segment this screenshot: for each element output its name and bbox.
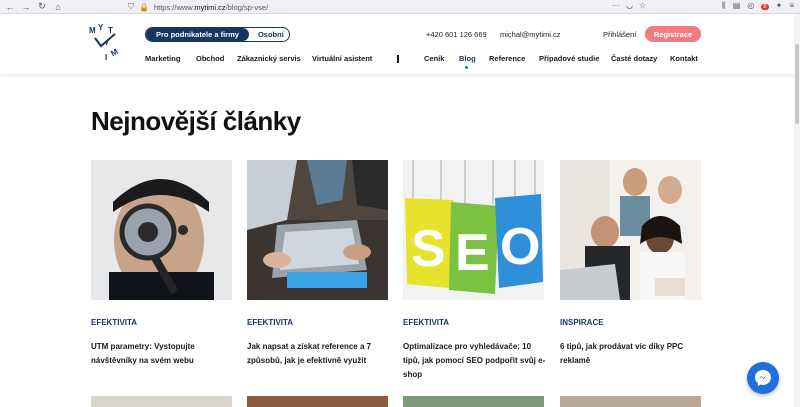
article-title[interactable]: 6 tipů, jak prodávat víc díky PPC reklam… <box>560 340 705 368</box>
forward-arrow-icon[interactable]: → <box>20 1 32 13</box>
browser-toolbar-right: ⫼ ▤ ◎ 8 ✦ ≡ <box>722 1 794 11</box>
messenger-icon <box>755 370 771 386</box>
article-card[interactable]: EFEKTIVITA Jak napsat a získat reference… <box>247 160 388 365</box>
browser-toolbar: ← → ↻ ⌂ ⛉ 🔒 https://www. mytimi.cz/blog/s… <box>0 0 800 14</box>
nav-item-pripadove-studie[interactable]: Případové studie <box>539 54 599 63</box>
register-button[interactable]: Registrace <box>645 26 701 42</box>
url-host: mytimi.cz <box>194 2 226 12</box>
article-card-preview[interactable] <box>403 396 544 407</box>
nav-item-virtualni-asistent[interactable]: Virtuální asistent <box>312 54 372 63</box>
page-title: Nejnovější články <box>91 106 301 136</box>
account-icon[interactable]: ◎ <box>747 1 754 11</box>
seo-letter-o: O <box>500 218 540 276</box>
toggle-personal[interactable]: Osobní <box>249 30 284 39</box>
library-icon[interactable]: ⫼ <box>722 1 726 11</box>
article-title[interactable]: Optimalizace pro vyhledávače: 10 tipů, j… <box>403 340 548 382</box>
article-card-preview[interactable] <box>247 396 388 407</box>
url-path: /blog/sp-vse/ <box>225 2 269 12</box>
menu-icon[interactable]: ≡ <box>789 1 794 11</box>
page-scrollbar[interactable] <box>794 14 800 407</box>
magnifying-glass-photo[interactable] <box>91 160 232 300</box>
nav-item-blog[interactable]: Blog <box>459 54 476 63</box>
nav-item-reference[interactable]: Reference <box>489 54 525 63</box>
home-icon[interactable]: ⌂ <box>52 1 64 13</box>
url-prefix: https://www. <box>153 2 195 12</box>
login-link[interactable]: Přihlášení <box>603 30 636 39</box>
nav-item-cenik[interactable]: Ceník <box>424 54 444 63</box>
scrollbar-thumb[interactable] <box>795 44 799 124</box>
nav-item-marketing[interactable]: Marketing <box>145 54 180 63</box>
back-arrow-icon[interactable]: ← <box>4 1 16 13</box>
article-card[interactable]: EFEKTIVITA UTM parametry: Vystopujte náv… <box>91 160 232 365</box>
site-header: M Y T I M I Pro podnikatele a firmy Osob… <box>0 14 800 74</box>
article-title[interactable]: UTM parametry: Vystopujte návštěvníky na… <box>91 340 236 368</box>
audience-toggle[interactable]: Pro podnikatele a firmy Osobní <box>145 27 290 42</box>
article-category[interactable]: EFEKTIVITA <box>247 318 293 327</box>
seo-letter-s: S <box>411 220 446 278</box>
nav-item-obchod[interactable]: Obchod <box>196 54 224 63</box>
article-card-preview[interactable] <box>91 396 232 407</box>
seo-letter-e: E <box>455 224 490 282</box>
phone-link[interactable]: +420 601 126 669 <box>426 30 487 39</box>
active-nav-indicator <box>465 66 468 69</box>
team-laptop-photo[interactable] <box>560 160 701 300</box>
laptop-hands-photo[interactable] <box>247 160 388 300</box>
address-bar-actions: ··· ◡ ☆ <box>612 1 646 10</box>
toggle-business[interactable]: Pro podnikatele a firmy <box>146 28 249 41</box>
reload-icon[interactable]: ↻ <box>36 1 48 13</box>
address-bar[interactable]: ⛉ 🔒 https://www. mytimi.cz/blog/sp-vse/ <box>128 1 644 13</box>
article-title[interactable]: Jak napsat a získat reference a 7 způsob… <box>247 340 392 368</box>
more-icon[interactable]: ··· <box>612 1 620 10</box>
shield-icon: ⛉ <box>128 2 134 11</box>
nav-item-zakaznicky-servis[interactable]: Zákaznický servis <box>237 54 301 63</box>
email-link[interactable]: michal@mytimi.cz <box>500 30 561 39</box>
article-category[interactable]: EFEKTIVITA <box>403 318 449 327</box>
main-nav: Marketing Obchod Zákaznický servis Virtu… <box>0 54 800 68</box>
nav-item-kontakt[interactable]: Kontakt <box>670 54 698 63</box>
article-category[interactable]: INSPIRACE <box>560 318 604 327</box>
article-card[interactable]: INSPIRACE 6 tipů, jak prodávat víc díky … <box>560 160 701 365</box>
extension-puzzle-icon[interactable]: ✦ <box>776 1 783 11</box>
messenger-chat-button[interactable] <box>747 362 779 394</box>
article-card-preview[interactable] <box>560 396 701 407</box>
lock-icon: 🔒 <box>139 2 149 12</box>
seo-letters-photo[interactable]: S E O <box>403 160 544 300</box>
star-icon[interactable]: ☆ <box>639 1 646 10</box>
extension-icon[interactable]: 8 <box>761 1 769 11</box>
pocket-icon[interactable]: ◡ <box>626 1 633 10</box>
article-category[interactable]: EFEKTIVITA <box>91 318 137 327</box>
article-card[interactable]: S E O EFEKTIVITA Optimalizace pro vyhled… <box>403 160 545 379</box>
nav-divider <box>397 55 399 63</box>
sidebar-icon[interactable]: ▤ <box>733 1 741 11</box>
nav-item-caste-dotazy[interactable]: Časté dotazy <box>611 54 657 63</box>
